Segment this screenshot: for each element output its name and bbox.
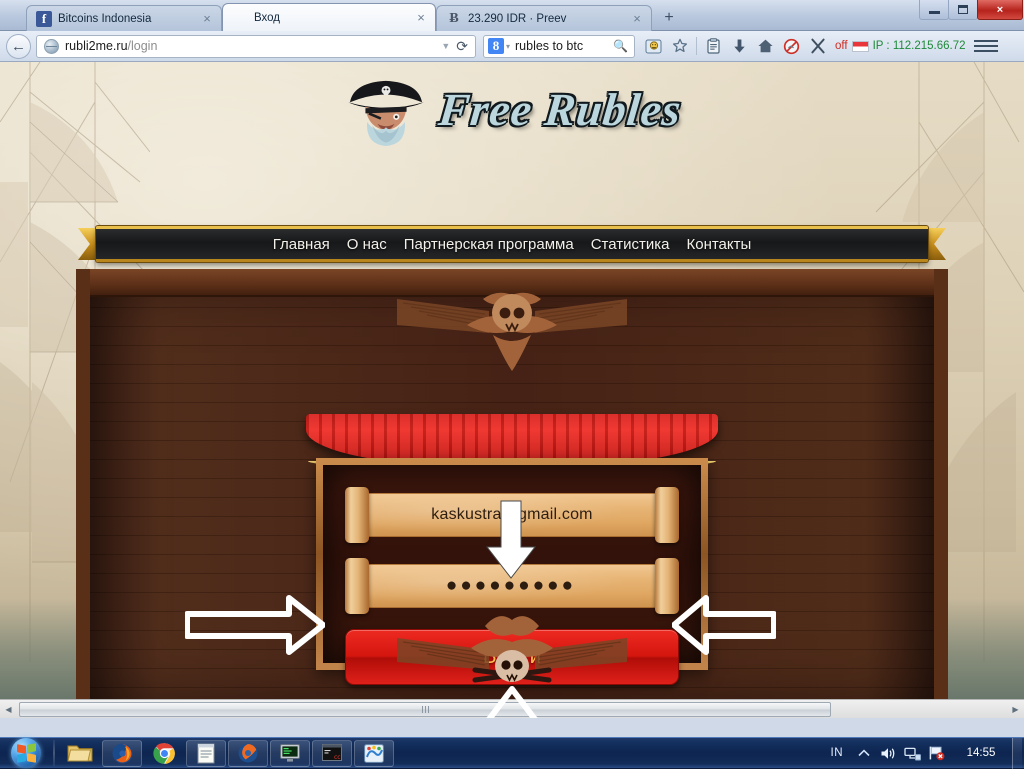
chevron-down-icon[interactable]: ▼ [441, 41, 450, 51]
tab-close-button[interactable]: × [199, 12, 215, 26]
bookmark-star-icon[interactable] [668, 35, 691, 58]
windows-taskbar: cc IN [0, 737, 1024, 768]
browser-window: f Bitcoins Indonesia × Вход × Ƀ 23.290 I… [0, 0, 1024, 737]
adblock-x-icon[interactable] [806, 35, 829, 58]
search-box[interactable]: 8 ▾ rubles to btc 🔍 [483, 35, 635, 58]
taskbar-divider [53, 740, 55, 766]
scroll-roll-left [345, 487, 369, 543]
tab-close-button[interactable]: × [629, 12, 645, 26]
back-button[interactable]: ← [6, 34, 31, 59]
paint-icon[interactable] [354, 740, 394, 767]
url-path: /login [128, 39, 158, 53]
download-arrow-icon[interactable] [728, 35, 751, 58]
tab-title: 23.290 IDR · Preev [468, 13, 629, 25]
main-navigation: Главная О нас Партнерская программа Стат… [78, 226, 946, 262]
bitcoin-icon: Ƀ [446, 11, 462, 27]
indonesia-flag-icon [852, 41, 869, 52]
windows-start-orb-icon[interactable] [2, 738, 49, 768]
wood-panel: kaskustra@gmail.com ●●●●●●●●● Войти [76, 269, 948, 718]
nav-item-contacts[interactable]: Контакты [686, 236, 751, 253]
home-icon[interactable] [754, 35, 777, 58]
nav-item-stats[interactable]: Статистика [591, 236, 670, 253]
address-bar-url: rubli2me.ru/login [65, 39, 435, 53]
new-tab-button[interactable]: + [656, 8, 682, 29]
search-input[interactable]: rubles to btc [515, 39, 613, 53]
browser-tab-preev[interactable]: Ƀ 23.290 IDR · Preev × [436, 5, 652, 31]
flag-alert-icon[interactable] [926, 743, 946, 763]
skull-crossbones-carving-icon [397, 281, 627, 373]
minimize-button[interactable] [919, 0, 949, 20]
pirate-mascot-icon [343, 74, 429, 146]
skull-crossbones-carving-icon [397, 608, 627, 700]
scrollbar-thumb[interactable] [19, 702, 831, 717]
toolbar-icons [642, 35, 829, 58]
browser-orange-icon[interactable] [228, 740, 268, 767]
nav-item-about[interactable]: О нас [347, 236, 387, 253]
person-badge-icon[interactable] [642, 35, 665, 58]
svg-text:cc: cc [334, 754, 341, 761]
terminal-monitor-icon[interactable] [270, 740, 310, 767]
system-tray: IN 14:55 [831, 738, 1024, 769]
tab-title: Вход [254, 12, 413, 24]
search-engine-icon[interactable]: 8 [488, 38, 504, 54]
tab-title: Bitcoins Indonesia [58, 13, 199, 25]
facebook-icon: f [36, 11, 52, 27]
address-bar[interactable]: rubli2me.ru/login ▼ ⟳ [36, 35, 476, 58]
scroll-roll-right [655, 558, 679, 614]
browser-tab-bitcoins-indonesia[interactable]: f Bitcoins Indonesia × [26, 5, 222, 31]
scroll-right-arrow-icon[interactable]: ▶ [1007, 701, 1024, 718]
minimize-icon [929, 11, 940, 14]
email-field[interactable]: kaskustra@gmail.com [345, 487, 679, 543]
chrome-icon[interactable] [144, 740, 184, 767]
speaker-icon[interactable] [878, 743, 898, 763]
browser-tab-vhod[interactable]: Вход × [222, 3, 436, 31]
firefox-icon[interactable] [102, 740, 142, 767]
window-controls: × [920, 0, 1023, 21]
email-input-value[interactable]: kaskustra@gmail.com [431, 506, 592, 524]
scroll-left-arrow-icon[interactable]: ◀ [0, 701, 17, 718]
language-indicator[interactable]: IN [831, 747, 844, 759]
navigation-bar: Главная О нас Партнерская программа Стат… [96, 226, 928, 262]
page-viewport: Free Rubles Главная О нас Партнерская пр… [0, 62, 1024, 718]
site-logo-text: Free Rubles [436, 83, 684, 136]
restore-icon [958, 5, 968, 14]
close-window-button[interactable]: × [977, 0, 1023, 20]
ip-status-indicator[interactable]: off IP : 112.215.66.72 [835, 40, 966, 52]
vpn-state-label: off [835, 40, 848, 52]
chevron-down-icon[interactable]: ▾ [506, 42, 510, 51]
tab-strip: f Bitcoins Indonesia × Вход × Ƀ 23.290 I… [0, 0, 1024, 31]
toolbar-divider [696, 37, 697, 55]
password-field[interactable]: ●●●●●●●●● [345, 558, 679, 614]
url-host: rubli2me.ru [65, 39, 128, 53]
tab-close-button[interactable]: × [413, 11, 429, 25]
show-hidden-icons-button[interactable] [854, 743, 874, 763]
clock[interactable]: 14:55 [954, 747, 1008, 759]
restore-button[interactable] [948, 0, 978, 20]
notepad-icon[interactable] [186, 740, 226, 767]
navigation-toolbar: ← rubli2me.ru/login ▼ ⟳ 8 ▾ rubles to bt… [0, 31, 1024, 62]
menu-icon[interactable] [974, 35, 998, 58]
nav-item-home[interactable]: Главная [273, 236, 330, 253]
reload-icon[interactable]: ⟳ [456, 38, 468, 55]
scrollbar-track[interactable] [17, 701, 1007, 718]
nav-item-affiliate[interactable]: Партнерская программа [404, 236, 574, 253]
network-icon[interactable] [902, 743, 922, 763]
explorer-icon[interactable] [60, 740, 100, 767]
console-window-icon[interactable]: cc [312, 740, 352, 767]
password-input-value[interactable]: ●●●●●●●●● [446, 575, 576, 597]
blank-icon [232, 10, 248, 26]
noscript-block-icon[interactable] [780, 35, 803, 58]
show-desktop-button[interactable] [1012, 738, 1022, 769]
site-header: Free Rubles [0, 62, 1024, 157]
reader-clipboard-icon[interactable] [702, 35, 725, 58]
globe-icon [44, 39, 59, 54]
scroll-roll-left [345, 558, 369, 614]
search-icon[interactable]: 🔍 [613, 39, 628, 53]
scroll-roll-right [655, 487, 679, 543]
ip-address-label: IP : 112.215.66.72 [873, 40, 966, 52]
page-horizontal-scrollbar[interactable]: ◀ ▶ [0, 699, 1024, 718]
